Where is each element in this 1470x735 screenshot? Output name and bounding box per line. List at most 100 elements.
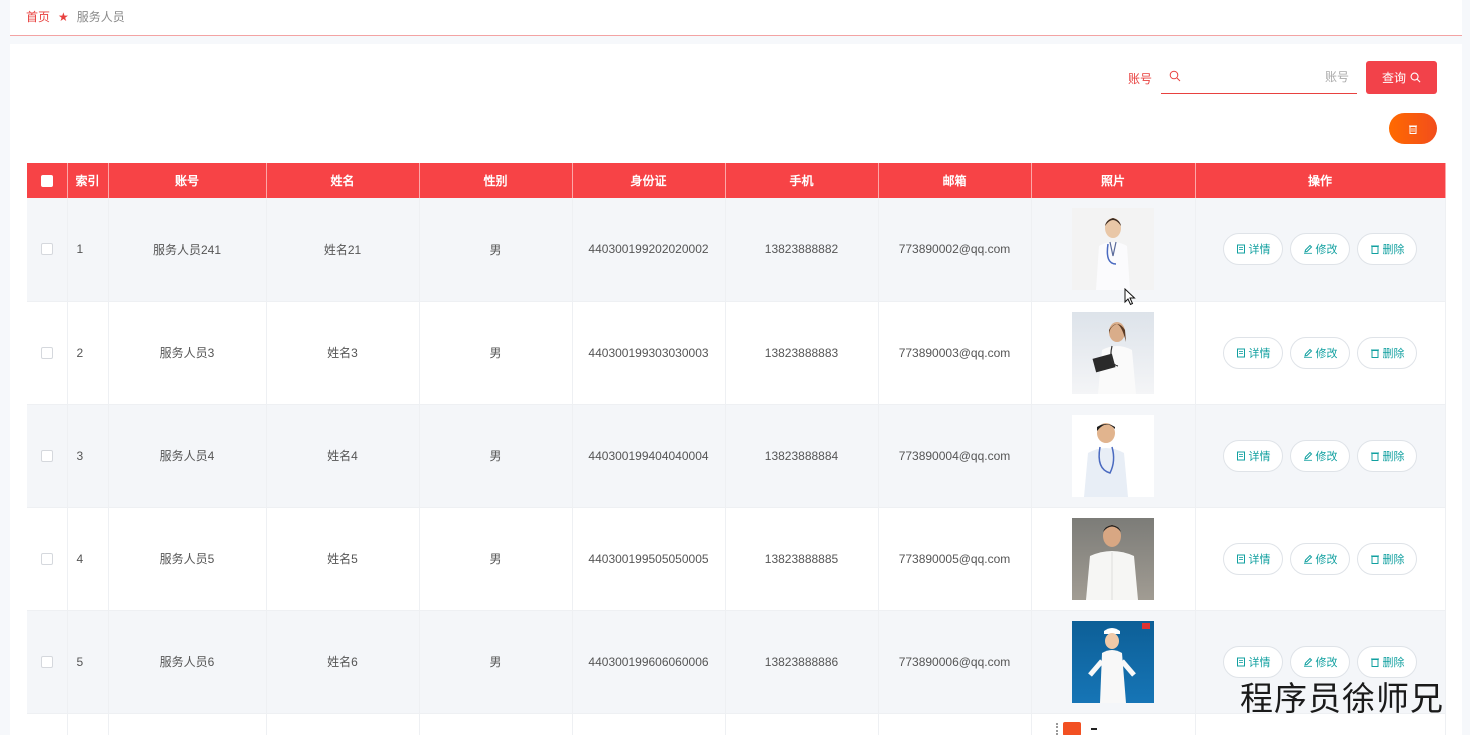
edit-icon (1303, 657, 1312, 667)
cell-name: 姓名3 (266, 301, 420, 405)
detail-label: 详情 (1248, 553, 1271, 566)
edit-label: 修改 (1315, 656, 1338, 669)
delete-button[interactable]: 删除 (1357, 542, 1417, 575)
cell-name: 姓名21 (266, 198, 420, 302)
detail-icon (1236, 554, 1245, 563)
cell-actions: 详情 修改 删除 (1195, 301, 1446, 405)
edit-button[interactable]: 修改 (1290, 336, 1350, 369)
mouse-cursor-icon (1124, 288, 1136, 306)
edit-icon (1303, 245, 1312, 254)
cell-email: 773890002@qq.com (878, 198, 1032, 302)
detail-button[interactable]: 详情 (1223, 233, 1283, 266)
cell-email: 773890004@qq.com (878, 404, 1032, 508)
cell-account: 服务人员4 (108, 404, 267, 508)
cell-account: 服务人员6 (108, 610, 267, 714)
query-button-label: 查询 (1381, 71, 1406, 85)
header-id-card: 身份证 (572, 163, 726, 198)
breadcrumb: 首页 ★ 服务人员 (26, 8, 125, 25)
edit-label: 修改 (1315, 553, 1338, 566)
detail-label: 详情 (1248, 656, 1271, 669)
search-icon (1169, 70, 1181, 82)
staff-table: 索引 账号 姓名 性别 身份证 手机 邮箱 照片 操作 1 服务人员241 姓名21… (27, 163, 1446, 735)
search-label: 账号 (1128, 72, 1153, 86)
search-input[interactable] (1187, 64, 1353, 90)
cell-id-card: 440300199505050005 (572, 507, 726, 611)
cell-index: 4 (67, 507, 109, 611)
staff-photo[interactable] (1072, 414, 1154, 497)
cell-gender: 男 (419, 610, 573, 714)
cell-photo (1031, 404, 1196, 508)
detail-icon (1236, 451, 1245, 460)
delete-label: 删除 (1382, 656, 1405, 669)
delete-label: 删除 (1382, 553, 1405, 566)
cell-gender: 男 (419, 301, 573, 405)
cell-id-card: 440300199606060006 (572, 610, 726, 714)
select-all-checkbox[interactable] (27, 163, 68, 198)
cell-name: 姓名5 (266, 507, 420, 611)
staff-photo[interactable] (1072, 517, 1154, 600)
delete-button[interactable]: 删除 (1357, 336, 1417, 369)
row-checkbox[interactable] (27, 507, 68, 611)
cell-id-card: 440300199303030003 (572, 301, 726, 405)
cell-name: 姓名4 (266, 404, 420, 508)
query-button[interactable]: 查询 (1366, 61, 1437, 94)
staff-photo[interactable] (1072, 208, 1154, 291)
table-row (27, 713, 1446, 735)
mini-app-logo (1056, 722, 1097, 735)
batch-delete-button[interactable] (1389, 113, 1437, 144)
cell-id-card: 440300199404040004 (572, 404, 726, 508)
row-checkbox[interactable] (27, 404, 68, 508)
cell-photo (1031, 301, 1196, 405)
delete-label: 删除 (1382, 347, 1405, 360)
cell-phone: 13823888884 (725, 404, 879, 508)
header-gender: 性别 (419, 163, 573, 198)
table-row: 1 服务人员241 姓名21 男 440300199202020002 138238888… (27, 198, 1446, 302)
cell-photo (1031, 198, 1196, 302)
edit-button[interactable]: 修改 (1290, 439, 1350, 472)
cell-index: 3 (67, 404, 109, 508)
edit-label: 修改 (1315, 347, 1338, 360)
edit-button[interactable]: 修改 (1290, 233, 1350, 266)
breadcrumb-home[interactable]: 首页 (26, 8, 50, 25)
cell-phone: 13823888885 (725, 507, 879, 611)
cell-gender: 男 (419, 404, 573, 508)
cell-index: 5 (67, 610, 109, 714)
table-row: 2 服务人员3 姓名3 男 440300199303030003 13823888883 7… (27, 301, 1446, 405)
header-photo: 照片 (1031, 163, 1196, 198)
cell-actions: 详情 修改 删除 (1195, 198, 1446, 302)
delete-button[interactable]: 删除 (1357, 233, 1417, 266)
edit-icon (1303, 348, 1312, 358)
edit-icon (1303, 554, 1312, 564)
cell-photo (1031, 610, 1196, 714)
row-checkbox[interactable] (27, 198, 68, 302)
edit-button[interactable]: 修改 (1290, 542, 1350, 575)
header-account: 账号 (108, 163, 267, 198)
cell-photo (1031, 507, 1196, 611)
table-row: 5 服务人员6 姓名6 男 440300199606060006 13823888886 7… (27, 610, 1446, 714)
search-icon (1410, 72, 1421, 83)
cell-email: 773890005@qq.com (878, 507, 1032, 611)
detail-icon (1236, 348, 1245, 357)
edit-icon (1303, 451, 1312, 461)
search-field[interactable] (1161, 60, 1357, 94)
detail-button[interactable]: 详情 (1223, 542, 1283, 575)
cell-id-card: 440300199202020002 (572, 198, 726, 302)
cell-name: 姓名6 (266, 610, 420, 714)
delete-button[interactable]: 删除 (1357, 439, 1417, 472)
cell-gender: 男 (419, 198, 573, 302)
delete-icon (1370, 245, 1379, 255)
cell-index: 2 (67, 301, 109, 405)
row-checkbox[interactable] (27, 610, 68, 714)
table-row: 4 服务人员5 姓名5 男 440300199505050005 13823888885 7… (27, 507, 1446, 611)
content-panel: 账号 查询 索引 账号 姓名 性别 身份证 手机 邮箱 (10, 44, 1462, 735)
staff-photo[interactable] (1072, 620, 1154, 703)
cell-index: 1 (67, 198, 109, 302)
cell-account: 服务人员241 (108, 198, 267, 302)
delete-label: 删除 (1382, 450, 1405, 463)
delete-icon (1370, 349, 1379, 358)
detail-button[interactable]: 详情 (1223, 336, 1283, 369)
row-checkbox[interactable] (27, 301, 68, 405)
detail-button[interactable]: 详情 (1223, 439, 1283, 472)
staff-photo[interactable] (1072, 311, 1154, 394)
breadcrumb-current: 服务人员 (76, 10, 125, 24)
